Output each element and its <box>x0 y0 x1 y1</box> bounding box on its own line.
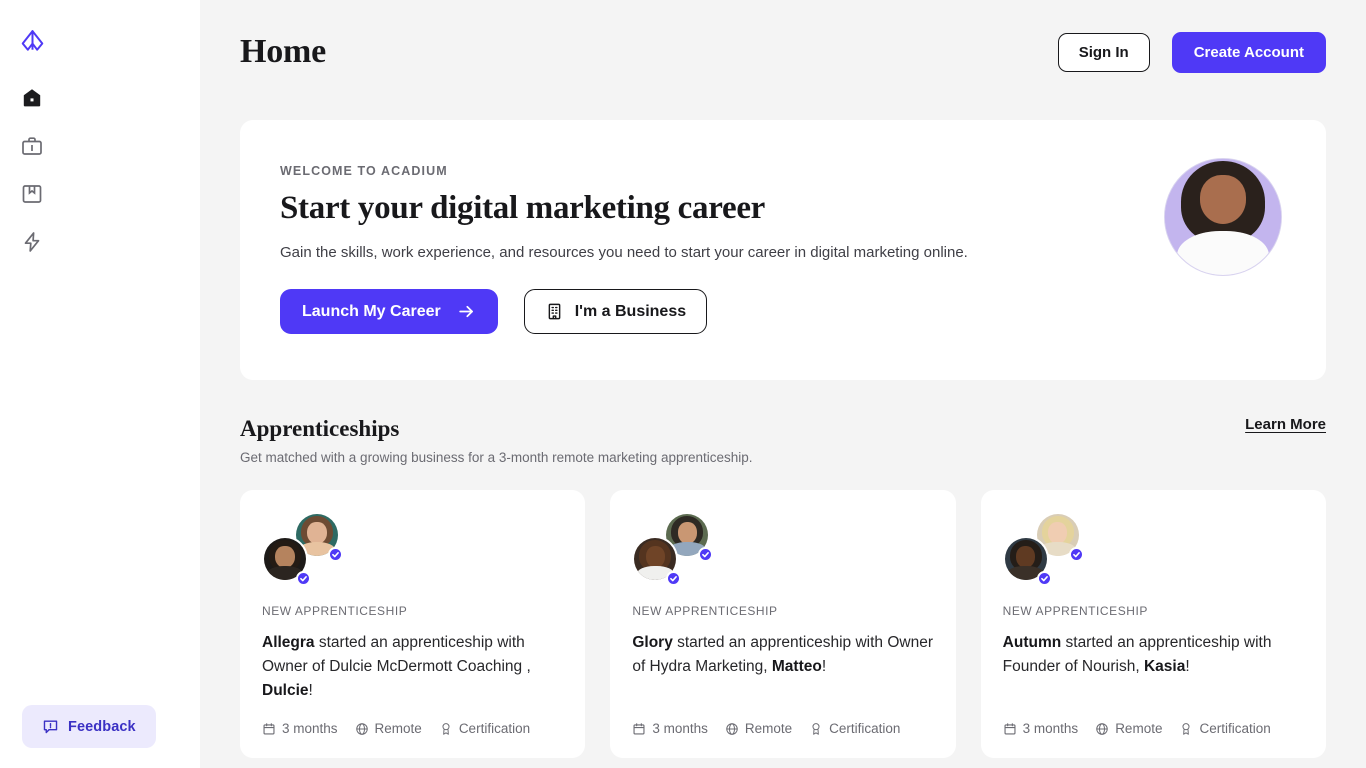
meta-duration-label: 3 months <box>282 721 338 736</box>
learn-more-link[interactable]: Learn More <box>1245 416 1326 433</box>
topbar: Home Sign In Create Account <box>200 0 1366 104</box>
meta-duration: 3 months <box>262 721 338 736</box>
card-eyebrow: NEW APPRENTICESHIP <box>632 604 778 618</box>
sidebar-item-jobs[interactable] <box>0 129 200 163</box>
card-meta: 3 months Remote Certification <box>632 721 933 736</box>
sidebar-nav <box>0 81 200 259</box>
award-icon <box>1182 722 1190 735</box>
hero-portrait <box>1165 159 1281 275</box>
mentor-name: Dulcie <box>262 682 309 700</box>
meta-location: Remote <box>725 721 792 736</box>
page-title: Home <box>240 33 327 70</box>
hero-photo <box>1164 158 1282 276</box>
globe-icon <box>1096 722 1108 735</box>
home-icon <box>23 89 41 107</box>
main-content: Home Sign In Create Account WELCOME TO A… <box>200 0 1366 768</box>
apprenticeship-card[interactable]: NEW APPRENTICESHIP Allegra started an ap… <box>240 490 586 758</box>
card-suffix: ! <box>1185 658 1190 676</box>
card-text: Allegra started an apprenticeship with O… <box>262 631 563 705</box>
sign-in-button[interactable]: Sign In <box>1057 32 1150 72</box>
apprentice-name: Autumn <box>1002 634 1062 651</box>
sidebar-item-courses[interactable] <box>0 177 200 211</box>
message-alert-icon <box>43 720 58 734</box>
briefcase-icon <box>22 137 42 155</box>
award-icon <box>812 722 820 735</box>
lightning-bolt-icon <box>24 232 40 252</box>
apprenticeship-card-list: NEW APPRENTICESHIP Allegra started an ap… <box>240 490 1326 758</box>
feedback-wrap: Feedback <box>22 705 156 748</box>
hero-cta-group: Launch My Career I'm a Business <box>280 289 1286 334</box>
meta-duration-label: 3 months <box>652 721 708 736</box>
meta-certification: Certification <box>1179 721 1271 736</box>
globe-icon <box>726 722 738 735</box>
verified-badge-icon <box>296 571 311 586</box>
verified-badge-icon <box>698 547 714 562</box>
launch-my-career-button[interactable]: Launch My Career <box>280 289 498 334</box>
sidebar-item-home[interactable] <box>0 81 200 115</box>
card-text: Glory started an apprenticeship with Own… <box>632 631 933 705</box>
im-a-business-button[interactable]: I'm a Business <box>523 289 708 334</box>
hero-title: Start your digital marketing career <box>280 190 766 226</box>
mentor-name: Kasia <box>1143 658 1186 676</box>
create-account-button[interactable]: Create Account <box>1171 31 1326 73</box>
meta-duration: 3 months <box>1003 721 1079 736</box>
card-eyebrow: NEW APPRENTICESHIP <box>1002 604 1148 618</box>
building-icon <box>548 303 561 320</box>
card-text: Autumn started an apprenticeship with Fo… <box>1003 631 1304 705</box>
meta-certification-label: Certification <box>1199 721 1271 736</box>
meta-duration: 3 months <box>632 721 708 736</box>
mentor-name: Matteo <box>771 658 822 676</box>
topbar-actions: Sign In Create Account <box>1057 31 1326 73</box>
verified-badge-icon <box>666 571 682 586</box>
verified-badge-icon <box>1068 547 1084 562</box>
calendar-icon <box>633 722 645 735</box>
launch-my-career-label: Launch My Career <box>302 302 441 320</box>
meta-certification: Certification <box>809 721 900 736</box>
feedback-button[interactable]: Feedback <box>22 705 156 748</box>
hero-subtitle: Gain the skills, work experience, and re… <box>280 244 968 261</box>
apprenticeships-section-head: Apprenticeships Get matched with a growi… <box>240 416 1326 465</box>
hero-eyebrow: WELCOME TO ACADIUM <box>280 164 448 178</box>
app-root: Feedback Home Sign In Create Account WEL… <box>0 0 1366 768</box>
meta-certification-label: Certification <box>829 721 901 736</box>
meta-location-label: Remote <box>744 721 793 736</box>
apprenticeship-card[interactable]: NEW APPRENTICESHIP Autumn started an app… <box>980 490 1326 758</box>
verified-badge-icon <box>328 547 343 562</box>
sidebar: Feedback <box>0 0 200 768</box>
arrow-right-icon <box>459 305 473 318</box>
globe-icon <box>355 722 368 735</box>
book-bookmark-icon <box>22 185 42 203</box>
section-subtitle: Get matched with a growing business for … <box>240 450 753 465</box>
meta-certification-label: Certification <box>458 721 531 736</box>
meta-location: Remote <box>1095 721 1162 736</box>
verified-badge-icon <box>1036 571 1052 586</box>
apprentice-name: Allegra <box>262 634 315 651</box>
feedback-label: Feedback <box>68 718 136 735</box>
avatar-pair <box>632 512 742 596</box>
meta-duration-label: 3 months <box>1022 721 1079 736</box>
apprentice-name: Glory <box>632 634 673 651</box>
section-title: Apprenticeships <box>240 416 400 441</box>
hero-card: WELCOME TO ACADIUM Start your digital ma… <box>240 120 1326 380</box>
card-suffix: ! <box>821 658 827 676</box>
avatar-pair <box>1002 512 1113 596</box>
avatar-pair <box>262 512 372 596</box>
acadium-logo-icon <box>21 30 44 51</box>
card-suffix: ! <box>308 682 313 700</box>
apprenticeship-card[interactable]: NEW APPRENTICESHIP Glory started an appr… <box>610 490 956 758</box>
card-eyebrow: NEW APPRENTICESHIP <box>262 604 408 618</box>
logo-wrap[interactable] <box>0 0 49 59</box>
section-head-text: Apprenticeships Get matched with a growi… <box>240 416 753 465</box>
card-meta: 3 months Remote Certification <box>1003 721 1304 736</box>
card-meta: 3 months Remote Certification <box>262 721 563 736</box>
sidebar-item-activity[interactable] <box>0 225 200 259</box>
meta-certification: Certification <box>439 721 530 736</box>
meta-location-label: Remote <box>1115 721 1163 736</box>
calendar-icon <box>1004 722 1016 735</box>
im-a-business-label: I'm a Business <box>574 302 687 320</box>
calendar-icon <box>263 722 275 735</box>
award-icon <box>442 722 450 735</box>
meta-location-label: Remote <box>374 721 422 736</box>
meta-location: Remote <box>355 721 422 736</box>
